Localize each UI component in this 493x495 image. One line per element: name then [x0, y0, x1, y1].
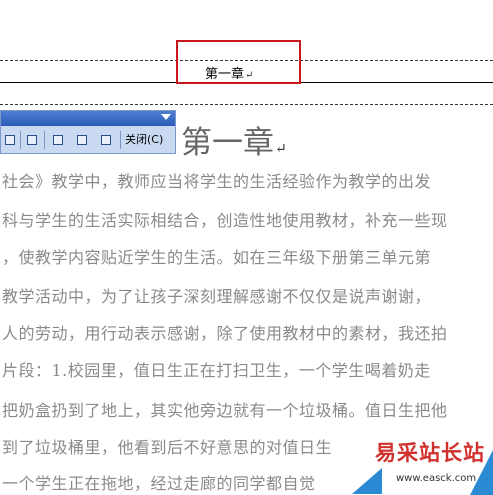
switch-header-footer-icon[interactable] — [51, 132, 65, 148]
body-line[interactable]: 一个学生正在拖地，经过走廊的同学都自觉 — [2, 470, 316, 494]
body-line[interactable]: 片段：1.校园里，值日生正在打扫卫生，一个学生喝着奶走 — [2, 357, 431, 381]
paragraph-mark-icon: ↵ — [275, 141, 287, 157]
toolbar-separator — [44, 131, 45, 149]
show-previous-icon[interactable] — [75, 132, 89, 148]
watermark-logo: 易采站长站 — [375, 441, 485, 465]
body-line[interactable]: 社会》教学中，教师应当将学生的生活经验作为教学的出发 — [2, 168, 431, 192]
body-line[interactable]: 把奶盒扔到了地上，其实他旁边就有一个垃圾桶。值日生把他 — [2, 397, 448, 421]
body-line[interactable]: 教学活动中，为了让孩子深刻理解感谢不仅仅是说声谢谢， — [2, 283, 431, 307]
chevron-down-icon[interactable] — [161, 114, 171, 120]
toolbar-title-bar[interactable] — [1, 111, 175, 126]
highlight-annotation-box — [176, 40, 301, 84]
close-button[interactable]: 关闭(C) — [125, 132, 163, 148]
toolbar-separator — [120, 131, 121, 149]
chapter-title[interactable]: 第一章↵ — [181, 117, 287, 162]
watermark-url: www.easck.com — [396, 473, 477, 484]
body-line[interactable]: 科与学生的生活实际相结合，创造性地使用教材，补充一些现 — [2, 207, 448, 231]
header-footer-toolbar[interactable]: 关闭(C) — [0, 110, 176, 154]
toolbar-separator — [20, 131, 21, 149]
body-line[interactable]: 到了垃圾桶里，他看到后不好意思的对值日生 — [2, 434, 332, 458]
page-setup-icon[interactable] — [25, 132, 39, 148]
body-line[interactable]: ，使教学内容贴近学生的生活。如在三年级下册第三单元第 — [2, 244, 431, 268]
insert-page-number-icon[interactable] — [3, 132, 17, 148]
show-next-icon[interactable] — [99, 132, 113, 148]
body-line[interactable]: 人的劳动，用行动表示感谢，除了使用教材中的素材，我还拍 — [2, 320, 448, 344]
watermark-deco-shape — [352, 468, 382, 494]
header-bottom-border — [0, 104, 493, 105]
chapter-title-text: 第一章 — [181, 125, 274, 161]
